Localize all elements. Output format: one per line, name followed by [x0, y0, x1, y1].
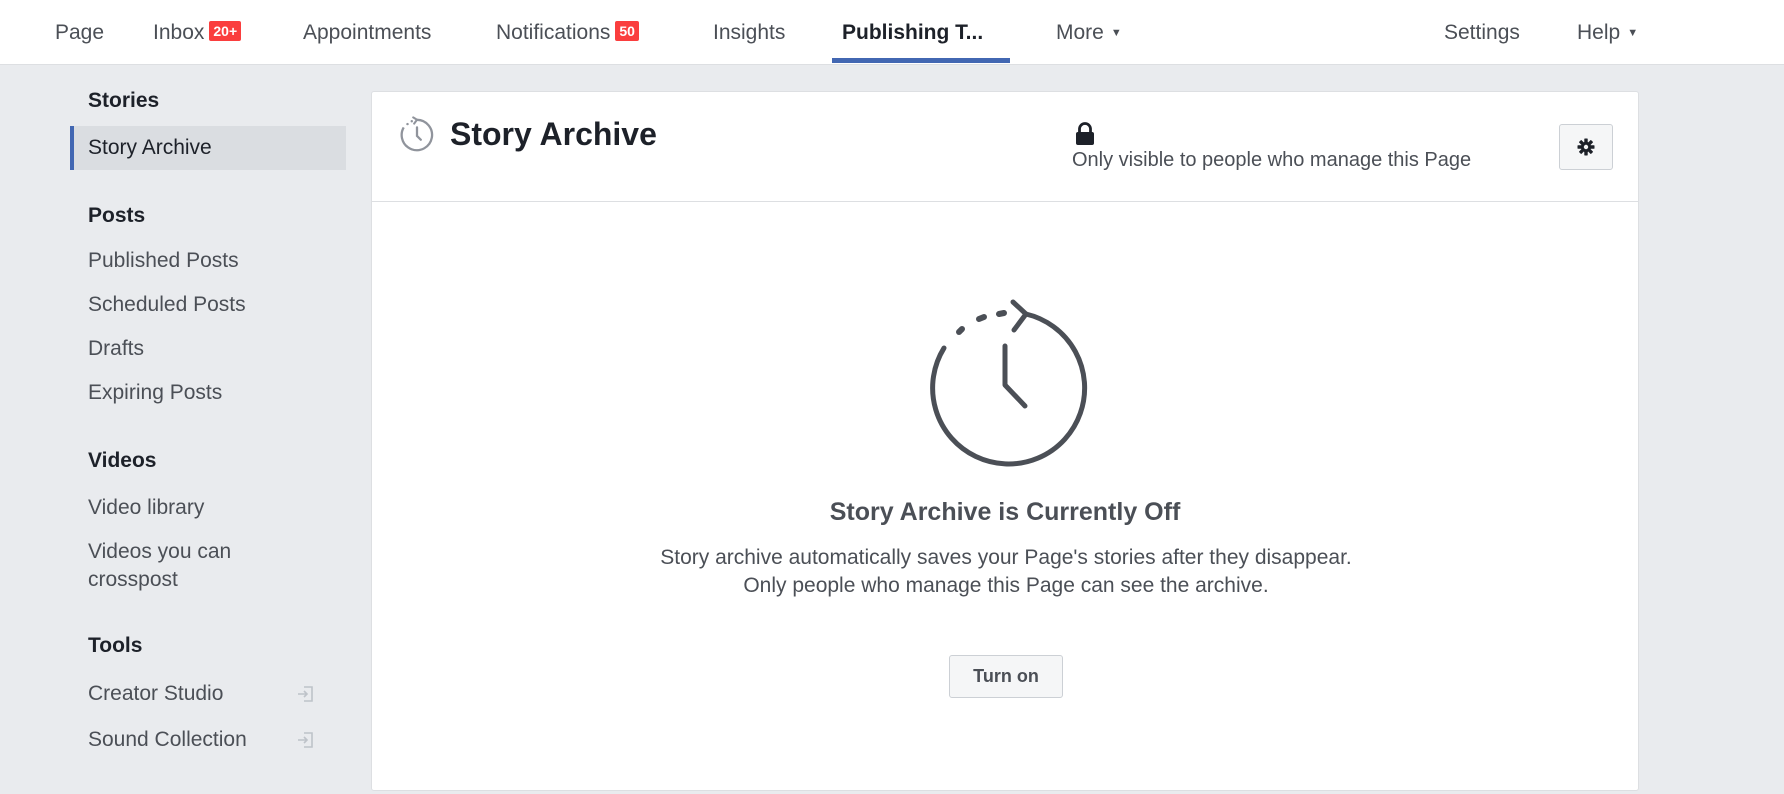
nav-more[interactable]: More ▼	[1056, 0, 1122, 65]
sidebar-item-story-archive[interactable]: Story Archive	[70, 126, 346, 170]
caret-down-icon: ▼	[1110, 26, 1122, 39]
sidebar-item-sound-collection[interactable]: Sound Collection	[88, 726, 247, 754]
sidebar-item-videos-crosspost[interactable]: Videos you can crosspost	[88, 538, 231, 594]
nav-appointments[interactable]: Appointments	[303, 0, 431, 65]
top-nav: Page Inbox 20+ Appointments Notification…	[0, 0, 1784, 65]
empty-state-title: Story Archive is Currently Off	[829, 498, 1181, 526]
active-tab-indicator	[832, 58, 1010, 63]
archive-clock-icon	[930, 299, 1088, 467]
nav-settings[interactable]: Settings	[1444, 0, 1520, 65]
card-header: Story Archive Only visible to people who…	[372, 92, 1638, 202]
visibility-note: Only visible to people who manage this P…	[1072, 149, 1472, 171]
sidebar-item-video-library[interactable]: Video library	[88, 494, 204, 522]
external-link-icon	[298, 686, 313, 702]
caret-down-icon: ▼	[1627, 26, 1639, 39]
story-archive-icon	[400, 116, 434, 152]
nav-inbox[interactable]: Inbox 20+	[153, 0, 242, 65]
sidebar-heading-stories: Stories	[88, 89, 160, 112]
nav-help[interactable]: Help ▼	[1577, 0, 1638, 65]
sidebar-item-drafts[interactable]: Drafts	[88, 335, 144, 363]
sidebar-item-published-posts[interactable]: Published Posts	[88, 247, 239, 275]
nav-notifications[interactable]: Notifications 50	[496, 0, 639, 65]
story-archive-card: Story Archive Only visible to people who…	[371, 91, 1639, 791]
sidebar-heading-videos: Videos	[88, 449, 157, 472]
sidebar-heading-tools: Tools	[88, 634, 143, 657]
inbox-badge: 20+	[209, 20, 242, 41]
empty-state-description: Story archive automatically saves your P…	[660, 546, 1352, 597]
sidebar-heading-posts: Posts	[88, 204, 146, 227]
sidebar-item-scheduled-posts[interactable]: Scheduled Posts	[88, 291, 246, 319]
nav-insights[interactable]: Insights	[713, 0, 785, 65]
sidebar-item-expiring-posts[interactable]: Expiring Posts	[88, 379, 222, 407]
nav-page[interactable]: Page	[55, 0, 104, 65]
turn-on-button[interactable]: Turn on	[949, 655, 1063, 698]
lock-icon	[1076, 122, 1094, 145]
sidebar-item-creator-studio[interactable]: Creator Studio	[88, 680, 223, 708]
notifications-badge: 50	[615, 20, 639, 41]
nav-publishing-tools[interactable]: Publishing T...	[842, 0, 983, 65]
gear-icon	[1577, 138, 1595, 156]
page-title: Story Archive	[450, 116, 657, 152]
settings-gear-button[interactable]	[1559, 124, 1613, 170]
external-link-icon	[298, 732, 313, 748]
